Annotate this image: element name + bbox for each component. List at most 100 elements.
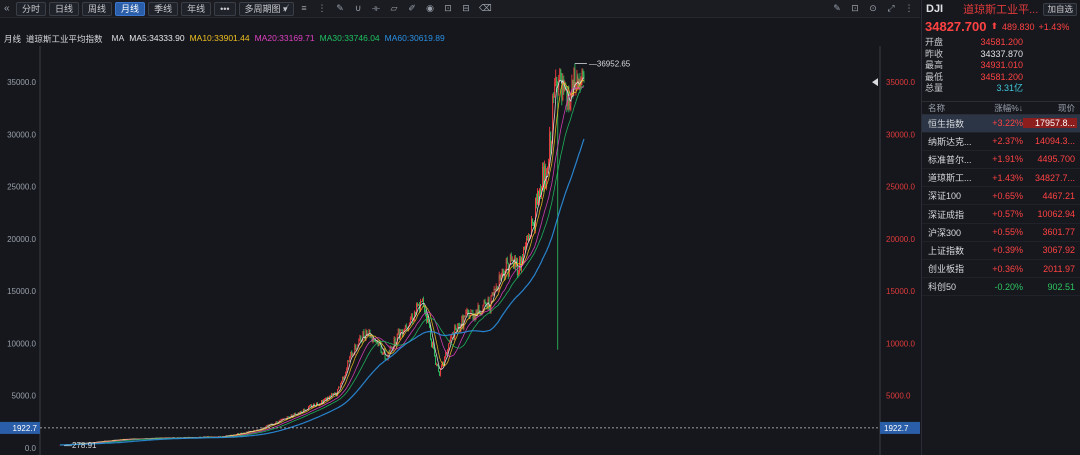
collapse-icon[interactable]: « (4, 3, 10, 14)
candle-body (317, 402, 318, 405)
candle-body (414, 312, 416, 314)
drawing-tools: ⟋ ⟋ ≡ ⋮ ✎ ∪ ⟛ ▱ ✐ ◉ ⊡ ⊟ ⌫ (263, 3, 492, 14)
more-periods-button[interactable]: ••• (214, 2, 236, 16)
candle-body (501, 268, 503, 275)
list-item[interactable]: 纳斯达克... +2.37% 14094.3... (922, 133, 1080, 151)
candle-body (464, 315, 466, 317)
y-tick-label-right: 35000.0 (886, 78, 915, 87)
candle-body (432, 342, 433, 347)
list-item[interactable]: 标准普尔... +1.91% 4495.700 (922, 151, 1080, 170)
list-item[interactable]: 沪深300 +0.55% 3601.77 (922, 224, 1080, 242)
stat-value: 3.31亿 (996, 83, 1023, 93)
candle-body (355, 344, 357, 350)
list-item[interactable]: 上证指数 +0.39% 3067.92 (922, 242, 1080, 260)
tab-weekly[interactable]: 周线 (82, 2, 113, 16)
price-row: 34827.700 ⬆ 489.830 +1.43% (922, 18, 1080, 35)
tab-quarterly[interactable]: 季线 (148, 2, 179, 16)
list-item[interactable]: 创业板指 +0.36% 2011.97 (922, 260, 1080, 279)
eraser-icon[interactable]: ⌫ (479, 3, 492, 14)
candle-body (535, 197, 536, 230)
pencil-icon[interactable]: ✎ (832, 3, 842, 14)
measure-icon[interactable]: ▱ (389, 3, 399, 14)
index-name: 道琼斯工业平均指数 (26, 34, 103, 44)
ma20-value: MA20:33169.71 (254, 33, 315, 43)
list-item[interactable]: 深证100 +0.65% 4467.21 (922, 187, 1080, 206)
candle-body (540, 188, 541, 195)
period-label: 月线 (4, 34, 22, 44)
candle-body (339, 386, 341, 388)
period-tabs: 分时 日线 周线 月线 季线 年线 ••• 多周期图 ▾ (16, 2, 294, 16)
tab-monthly[interactable]: 月线 (115, 2, 146, 16)
up-arrow-icon: ⬆ (990, 21, 998, 31)
candle-body (492, 293, 494, 295)
candle-body (528, 236, 529, 240)
screenshot-icon[interactable]: ⊙ (868, 3, 878, 14)
trend-tool-icon[interactable]: ⟋ (281, 3, 291, 14)
list-item[interactable]: 科创50 -0.20% 902.51 (922, 278, 1080, 297)
edit-icon[interactable]: ✐ (407, 3, 417, 14)
list-item[interactable]: 恒生指数 +3.22% 17957.8... (922, 114, 1080, 133)
candle-body (347, 361, 349, 369)
price-change: 489.830 (1002, 21, 1035, 32)
candle-body (418, 304, 419, 306)
candle-body (547, 167, 549, 174)
stat-row: 最高 34931.010 (925, 60, 1077, 72)
ruler-icon[interactable]: ⟛ (371, 3, 381, 14)
candle-body (560, 69, 562, 77)
bars-tool-icon[interactable]: ≡ (299, 3, 309, 14)
line-tool-icon[interactable]: ⟋ (263, 3, 273, 14)
tab-daily[interactable]: 日线 (49, 2, 80, 16)
stat-value: 34581.200 (980, 37, 1023, 47)
item-price: 3601.77 (1042, 227, 1075, 238)
candle-body (448, 343, 450, 350)
item-name: 深证成指 (928, 209, 965, 220)
tab-intraday[interactable]: 分时 (16, 2, 47, 16)
item-name: 恒生指数 (928, 118, 965, 129)
candle-body (510, 254, 512, 261)
col-pct[interactable]: 涨幅%↓ (978, 102, 1023, 114)
candle-body (401, 330, 403, 337)
pen-tool-icon[interactable]: ✎ (335, 3, 345, 14)
item-pct: +0.36% (992, 263, 1023, 274)
item-name: 创业板指 (928, 264, 965, 275)
candle-body (325, 397, 326, 399)
candle-body (495, 286, 497, 290)
lock-icon[interactable]: ⊡ (850, 3, 860, 14)
candle-body (581, 70, 583, 79)
eye-icon[interactable]: ◉ (425, 3, 435, 14)
price-chart[interactable]: 35000.0 35000.0 30000.0 30000.0 25000.0 25000… (0, 46, 920, 455)
ma-prefix[interactable]: MA (112, 33, 125, 45)
candle-body (550, 132, 552, 152)
y-tick-label-right: 15000.0 (886, 287, 915, 296)
candle-body (511, 259, 513, 261)
candle-body (360, 335, 362, 341)
toolbar: « 分时 日线 周线 月线 季线 年线 ••• 多周期图 ▾ ⟋ ⟋ ≡ ⋮ ✎… (0, 0, 920, 18)
candle-body (439, 371, 441, 376)
candle-body (389, 347, 391, 354)
col-name[interactable]: 名称 (922, 102, 978, 114)
trash-icon[interactable]: ⊟ (461, 3, 471, 14)
candle-body (426, 313, 427, 322)
candle-body (363, 331, 365, 337)
list-item[interactable]: 道琼斯工... +1.43% 34827.7... (922, 169, 1080, 188)
lock-icon[interactable]: ⊡ (443, 3, 453, 14)
list-item[interactable]: 深证成指 +0.57% 10062.94 (922, 205, 1080, 224)
col-price[interactable]: 现价 (1023, 102, 1077, 114)
item-pct: +0.39% (992, 245, 1023, 256)
tab-yearly[interactable]: 年线 (181, 2, 212, 16)
candle-body (294, 413, 296, 415)
price-change-pct: +1.43% (1038, 21, 1070, 32)
fib-tool-icon[interactable]: ⋮ (317, 3, 327, 14)
candle-body (435, 356, 436, 365)
candle-body (362, 331, 364, 342)
candle-body (545, 165, 547, 188)
item-pct: +1.91% (992, 154, 1023, 165)
item-pct: +0.65% (992, 190, 1023, 201)
magnet-icon[interactable]: ∪ (353, 3, 363, 14)
menu-icon[interactable]: ⋮ (904, 3, 914, 14)
maximize-icon[interactable]: ⤢ (886, 3, 896, 14)
add-watchlist-button[interactable]: 加自选 (1043, 3, 1077, 16)
candle-body (506, 258, 508, 264)
candle-body (404, 325, 406, 330)
candle-body (517, 272, 519, 275)
